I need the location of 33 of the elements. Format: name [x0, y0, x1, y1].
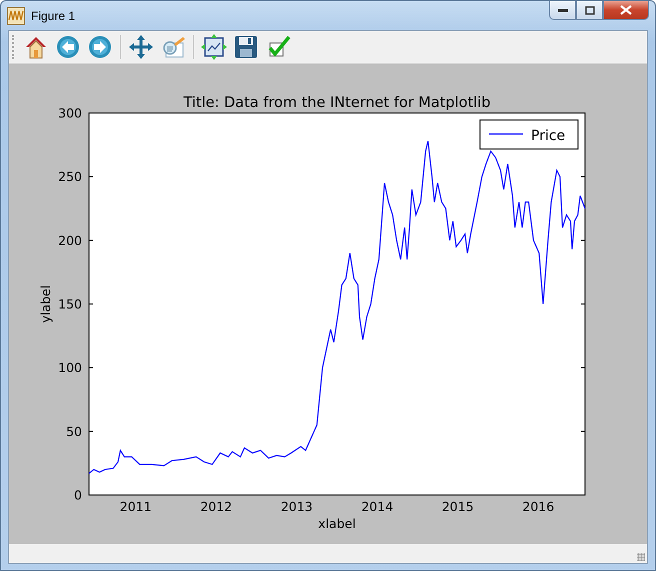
minimize-button[interactable] — [549, 1, 576, 20]
window-title: Figure 1 — [31, 8, 76, 22]
x-tick-label: 2012 — [200, 499, 232, 514]
legend-label: Price — [531, 128, 566, 144]
x-tick-label: 2015 — [442, 499, 474, 514]
forward-button[interactable] — [86, 33, 114, 61]
y-tick-label: 0 — [74, 488, 82, 502]
x-tick-label: 2013 — [280, 499, 313, 514]
y-tick-label: 250 — [58, 169, 82, 184]
minimize-icon — [558, 8, 568, 12]
legend-line-sample — [489, 133, 523, 135]
x-tick-label: 2016 — [522, 499, 554, 514]
app-icon — [7, 6, 25, 24]
subplots-icon — [201, 34, 227, 60]
y-tick-label: 300 — [58, 106, 82, 120]
move-arrows-icon — [128, 34, 154, 60]
x-tick-label: 2014 — [361, 499, 394, 514]
y-tick-label: 50 — [66, 424, 82, 439]
y-axis-label: ylabel — [38, 285, 53, 323]
pan-button[interactable] — [127, 33, 155, 61]
subplots-button[interactable] — [200, 33, 228, 61]
maximize-button[interactable] — [576, 1, 603, 20]
y-tick-label: 150 — [58, 296, 82, 312]
close-button[interactable] — [603, 1, 649, 20]
y-tick-label: 100 — [58, 360, 82, 376]
close-icon — [620, 5, 632, 15]
x-tick-label: 2011 — [120, 499, 152, 514]
x-axis-label: xlabel — [318, 516, 356, 531]
y-tick-label: 200 — [58, 232, 82, 248]
chart-title: Title: Data from the INternet for Matplotlib — [183, 95, 491, 111]
back-button[interactable] — [54, 33, 82, 61]
maximize-icon — [584, 6, 594, 14]
save-button[interactable] — [232, 33, 260, 61]
